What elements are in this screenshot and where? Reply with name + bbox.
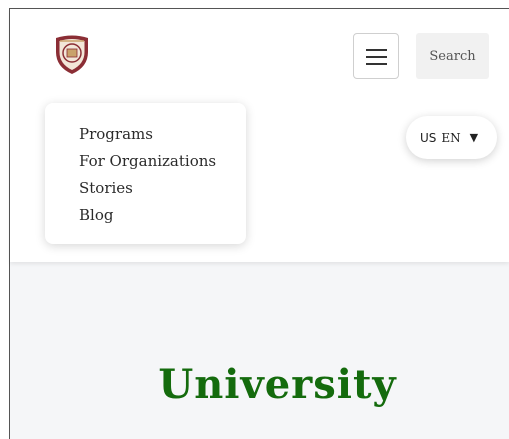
nav-item-stories[interactable]: Stories [79, 178, 133, 198]
us-flag-icon: US [420, 130, 437, 145]
nav-item-programs[interactable]: Programs [79, 124, 153, 144]
hamburger-menu-button[interactable] [353, 33, 399, 79]
hero-section: University [10, 262, 509, 439]
language-selector[interactable]: US EN ▼ [406, 116, 497, 159]
crest-graphic [56, 35, 88, 74]
caret-down-icon: ▼ [469, 131, 479, 144]
nav-dropdown-menu: Programs For Organizations Stories Blog [45, 103, 246, 244]
nav-item-for-organizations[interactable]: For Organizations [79, 151, 216, 171]
nav-item-blog[interactable]: Blog [79, 205, 113, 225]
university-crest-icon[interactable] [52, 33, 92, 75]
hero-title: University [158, 361, 397, 408]
search-button[interactable]: Search [416, 33, 489, 79]
language-code: EN [441, 130, 461, 145]
